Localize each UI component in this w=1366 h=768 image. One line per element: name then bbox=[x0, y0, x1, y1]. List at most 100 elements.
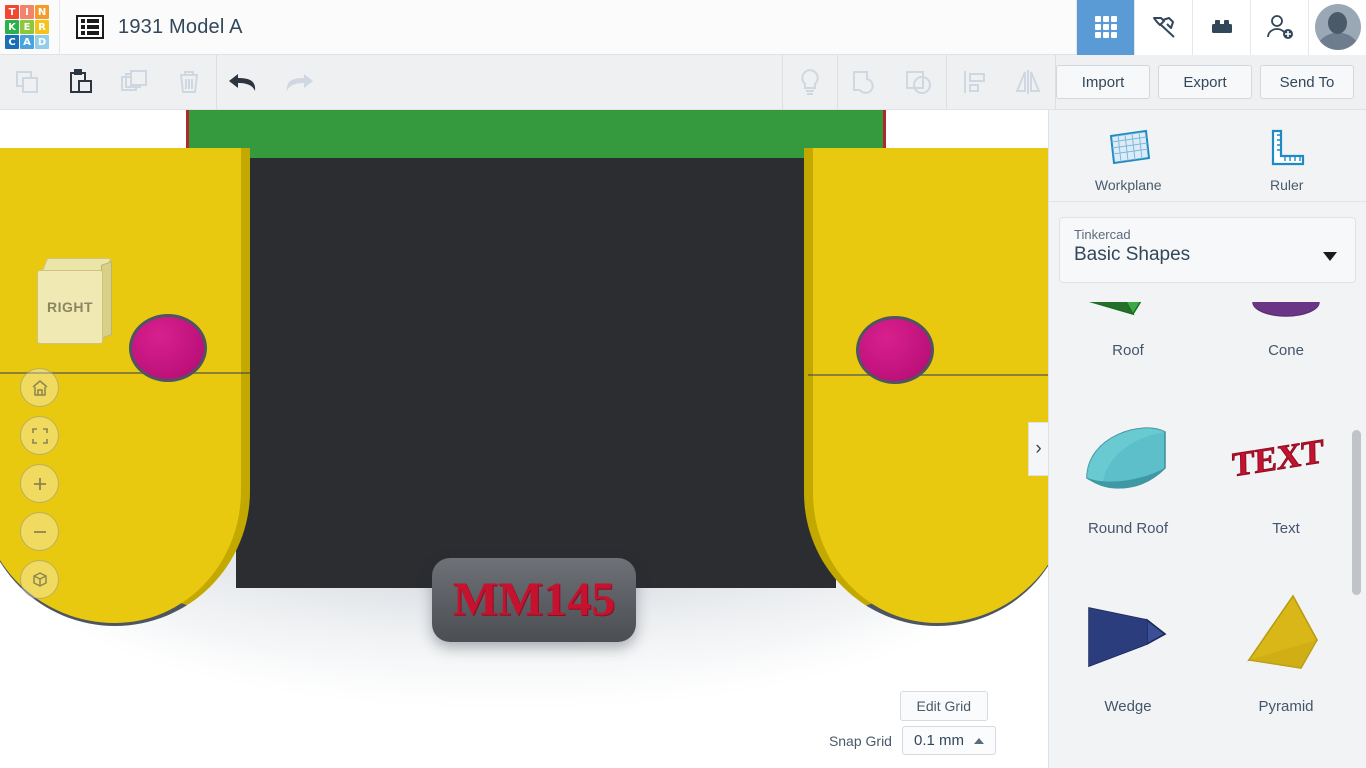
user-avatar-button[interactable] bbox=[1308, 0, 1366, 55]
paste-button[interactable] bbox=[54, 55, 108, 110]
fit-to-view-button[interactable] bbox=[20, 416, 59, 455]
library-owner-label: Tinkercad bbox=[1074, 227, 1131, 242]
grid-apps-icon bbox=[1094, 16, 1117, 38]
logo-tile-n: N bbox=[35, 5, 49, 19]
logo-tile-a: A bbox=[20, 35, 34, 49]
shape-label: Roof bbox=[1112, 342, 1144, 359]
home-view-button[interactable] bbox=[20, 368, 59, 407]
cone-icon bbox=[1252, 302, 1320, 317]
mirror-icon bbox=[1015, 70, 1041, 94]
snap-grid-control: Snap Grid 0.1 mm bbox=[829, 726, 996, 755]
main-toolbar: Import Export Send To bbox=[0, 54, 1366, 110]
duplicate-button[interactable] bbox=[108, 55, 162, 110]
view-cube-front-face[interactable]: RIGHT bbox=[37, 270, 103, 344]
perspective-toggle-button[interactable] bbox=[20, 560, 59, 599]
tinkercad-app: T I N K E R C A D 1931 Model A Import Ex… bbox=[0, 0, 1366, 768]
text-icon: TEXT bbox=[1231, 432, 1324, 485]
workplane-tool[interactable]: Workplane bbox=[1049, 110, 1208, 201]
wedge-icon bbox=[1088, 607, 1167, 668]
shape-item-text[interactable]: TEXT Text bbox=[1213, 388, 1359, 566]
align-button[interactable] bbox=[947, 55, 1001, 110]
zoom-in-button[interactable] bbox=[20, 464, 59, 503]
delete-button[interactable] bbox=[162, 55, 216, 110]
shape-library-dropdown[interactable]: Tinkercad Basic Shapes bbox=[1059, 217, 1356, 283]
chevron-down-icon bbox=[1323, 252, 1337, 261]
import-button[interactable]: Import bbox=[1056, 65, 1150, 99]
viewport-background bbox=[0, 110, 1048, 768]
lego-brick-icon bbox=[1211, 20, 1232, 33]
avatar bbox=[1314, 4, 1361, 50]
shape-list-scrollbar[interactable] bbox=[1352, 430, 1361, 595]
file-actions: Import Export Send To bbox=[1056, 65, 1366, 99]
shape-item-cone[interactable]: Cone bbox=[1213, 302, 1359, 388]
3d-viewport[interactable]: MM145 RIGHT › Edit Grid Snap Grid 0.1 mm bbox=[0, 110, 1048, 768]
roof-icon bbox=[1089, 302, 1142, 316]
panel-collapse-button[interactable]: › bbox=[1028, 422, 1048, 476]
shape-item-wedge[interactable]: Wedge bbox=[1055, 566, 1201, 744]
edit-grid-button[interactable]: Edit Grid bbox=[899, 691, 988, 721]
align-icon bbox=[964, 71, 985, 93]
ruler-icon bbox=[1271, 129, 1304, 166]
header-actions bbox=[1076, 0, 1366, 55]
send-to-button[interactable]: Send To bbox=[1260, 65, 1354, 99]
copy-icon bbox=[16, 71, 38, 93]
project-list-icon[interactable] bbox=[76, 15, 104, 39]
export-button[interactable]: Export bbox=[1158, 65, 1252, 99]
workplane-tool-label: Workplane bbox=[1094, 177, 1162, 193]
shape-row: Wedge Pyramid bbox=[1049, 566, 1366, 744]
shape-row: Roof Cone bbox=[1049, 302, 1366, 388]
redo-button[interactable] bbox=[271, 55, 325, 110]
chevron-up-icon bbox=[974, 737, 984, 744]
zoom-out-button[interactable] bbox=[20, 512, 59, 551]
redo-icon bbox=[286, 74, 313, 91]
shape-list[interactable]: Roof Cone Round Roof TEXT Text Wedge Pyr… bbox=[1049, 302, 1366, 768]
logo-tile-t: T bbox=[5, 5, 19, 19]
minecraft-button[interactable] bbox=[1134, 0, 1192, 55]
round-roof-icon bbox=[1086, 427, 1166, 489]
fit-brackets-icon bbox=[31, 427, 48, 444]
cone-shape-art bbox=[1231, 302, 1341, 334]
grid-apps-button[interactable] bbox=[1076, 0, 1134, 55]
ruler-tool[interactable]: Ruler bbox=[1208, 110, 1366, 201]
ungroup-button[interactable] bbox=[892, 55, 946, 110]
copy-button[interactable] bbox=[0, 55, 54, 110]
minus-icon bbox=[33, 530, 46, 533]
hint-lightbulb-icon bbox=[801, 68, 819, 95]
paste-icon bbox=[70, 69, 92, 93]
tinkercad-logo[interactable]: T I N K E R C A D bbox=[5, 5, 49, 49]
shape-ops-tools bbox=[838, 55, 946, 110]
group-button[interactable] bbox=[838, 55, 892, 110]
minecraft-pickaxe-icon bbox=[1152, 17, 1175, 38]
viewport-nav-controls bbox=[20, 368, 59, 599]
clipboard-tools bbox=[0, 55, 216, 110]
duplicate-icon bbox=[121, 70, 147, 91]
shape-item-pyramid[interactable]: Pyramid bbox=[1213, 566, 1359, 744]
add-person-icon bbox=[1266, 15, 1293, 39]
history-tools bbox=[217, 55, 325, 110]
shape-item-round-roof[interactable]: Round Roof bbox=[1055, 388, 1201, 566]
snap-grid-select[interactable]: 0.1 mm bbox=[901, 726, 996, 755]
logo-tile-r: R bbox=[35, 20, 49, 34]
logo-tile-i: I bbox=[20, 5, 34, 19]
add-person-button[interactable] bbox=[1250, 0, 1308, 55]
mirror-button[interactable] bbox=[1001, 55, 1055, 110]
logo-tile-e: E bbox=[20, 20, 34, 34]
shape-item-roof[interactable]: Roof bbox=[1055, 302, 1201, 388]
undo-button[interactable] bbox=[217, 55, 271, 110]
shape-row: Round Roof TEXT Text bbox=[1049, 388, 1366, 566]
shape-label: Wedge bbox=[1104, 698, 1152, 715]
logo-tile-k: K bbox=[5, 20, 19, 34]
wedge-shape-art bbox=[1073, 584, 1183, 690]
view-cube[interactable]: RIGHT bbox=[36, 258, 112, 344]
round-roof-shape-art bbox=[1073, 406, 1183, 512]
hint-button[interactable] bbox=[783, 55, 837, 110]
snap-grid-value: 0.1 mm bbox=[913, 732, 964, 749]
cube-icon bbox=[32, 571, 47, 587]
lego-bricks-button[interactable] bbox=[1192, 0, 1250, 55]
text-shape-art: TEXT bbox=[1231, 406, 1341, 512]
logo-tile-c: C bbox=[5, 35, 19, 49]
trash-icon bbox=[179, 71, 199, 93]
pyramid-shape-art bbox=[1231, 584, 1341, 690]
text-shape-glyph: TEXT bbox=[1232, 433, 1324, 485]
shape-label: Pyramid bbox=[1258, 698, 1314, 715]
